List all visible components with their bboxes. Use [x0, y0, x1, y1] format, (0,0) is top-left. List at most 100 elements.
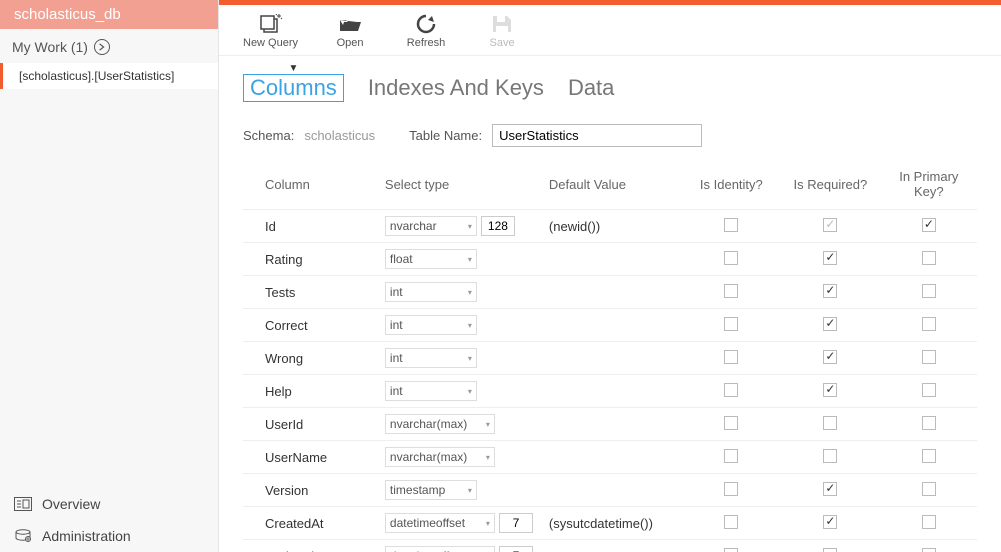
checkbox[interactable]: [922, 383, 936, 397]
checkbox[interactable]: [823, 515, 837, 529]
checkbox[interactable]: [724, 383, 738, 397]
checkbox[interactable]: [724, 218, 738, 232]
type-select[interactable]: timestamp▾: [385, 480, 477, 500]
checkbox[interactable]: [922, 317, 936, 331]
checkbox[interactable]: [724, 482, 738, 496]
sidebar-administration[interactable]: Administration: [0, 520, 218, 552]
db-name-header[interactable]: scholasticus_db: [0, 0, 218, 29]
col-name[interactable]: Version: [243, 474, 377, 507]
new-query-button[interactable]: New Query: [243, 13, 298, 49]
checkbox[interactable]: [724, 317, 738, 331]
default-value[interactable]: (sysutcdatetime()): [541, 507, 683, 540]
new-query-icon: [258, 13, 284, 35]
col-name[interactable]: Tests: [243, 276, 377, 309]
length-input[interactable]: [499, 546, 533, 552]
checkbox[interactable]: [823, 482, 837, 496]
type-select[interactable]: nvarchar(max)▾: [385, 447, 495, 467]
refresh-button[interactable]: Refresh: [402, 13, 450, 49]
type-select[interactable]: datetimeoffset▾: [385, 546, 495, 552]
length-input[interactable]: [499, 513, 533, 533]
checkbox[interactable]: [823, 350, 837, 364]
checkbox[interactable]: [724, 350, 738, 364]
checkbox[interactable]: [823, 416, 837, 430]
type-select[interactable]: nvarchar▾: [385, 216, 477, 236]
default-value[interactable]: [541, 276, 683, 309]
col-name[interactable]: Rating: [243, 243, 377, 276]
overview-label: Overview: [42, 496, 100, 512]
default-value[interactable]: [541, 474, 683, 507]
col-name[interactable]: Correct: [243, 309, 377, 342]
checkbox[interactable]: [922, 251, 936, 265]
checkbox[interactable]: [823, 317, 837, 331]
checkbox[interactable]: [922, 350, 936, 364]
content: ▼ Columns Indexes And Keys Data Schema: …: [219, 56, 1001, 552]
default-value[interactable]: [541, 441, 683, 474]
type-select[interactable]: float▾: [385, 249, 477, 269]
default-value[interactable]: [541, 309, 683, 342]
checkbox[interactable]: [724, 548, 738, 552]
default-value[interactable]: [541, 243, 683, 276]
col-name[interactable]: UserName: [243, 441, 377, 474]
caret-down-icon: ▼: [288, 63, 298, 74]
table-row: Correct int▾: [243, 309, 977, 342]
checkbox[interactable]: [823, 284, 837, 298]
tablename-input[interactable]: [492, 124, 702, 147]
checkbox[interactable]: [823, 251, 837, 265]
refresh-icon: [413, 13, 439, 35]
checkbox[interactable]: [724, 449, 738, 463]
sidebar-overview[interactable]: Overview: [0, 488, 218, 520]
col-name[interactable]: CreatedAt: [243, 507, 377, 540]
open-button[interactable]: Open: [326, 13, 374, 49]
th-column: Column: [243, 163, 377, 210]
checkbox[interactable]: [922, 548, 936, 552]
checkbox[interactable]: [724, 251, 738, 265]
col-name[interactable]: Help: [243, 375, 377, 408]
default-value[interactable]: [541, 342, 683, 375]
tab-data[interactable]: Data: [568, 75, 614, 101]
checkbox[interactable]: [724, 416, 738, 430]
mywork-section[interactable]: My Work (1): [0, 29, 218, 63]
checkbox[interactable]: [922, 449, 936, 463]
new-query-label: New Query: [243, 37, 298, 49]
default-value[interactable]: [541, 375, 683, 408]
schema-row: Schema: scholasticus Table Name:: [243, 124, 977, 147]
schema-value: scholasticus: [304, 128, 375, 143]
col-name[interactable]: Wrong: [243, 342, 377, 375]
table-row: CreatedAt datetimeoffset▾ (sysutcdatetim…: [243, 507, 977, 540]
length-input[interactable]: [481, 216, 515, 236]
default-value[interactable]: [541, 540, 683, 552]
table-row: Wrong int▾: [243, 342, 977, 375]
open-label: Open: [337, 37, 364, 49]
th-identity: Is Identity?: [683, 163, 781, 210]
checkbox[interactable]: [922, 515, 936, 529]
tab-indexes[interactable]: Indexes And Keys: [368, 75, 544, 101]
save-icon: [489, 13, 515, 35]
save-label: Save: [489, 37, 514, 49]
checkbox[interactable]: [724, 515, 738, 529]
checkbox[interactable]: [823, 449, 837, 463]
checkbox[interactable]: [823, 218, 837, 232]
default-value[interactable]: [541, 408, 683, 441]
col-name[interactable]: Id: [243, 210, 377, 243]
checkbox[interactable]: [922, 482, 936, 496]
tab-columns[interactable]: ▼ Columns: [243, 74, 344, 102]
type-select[interactable]: int▾: [385, 315, 477, 335]
type-select[interactable]: int▾: [385, 282, 477, 302]
col-name[interactable]: UpdatedAt: [243, 540, 377, 552]
tablename-label: Table Name:: [409, 128, 482, 143]
type-select[interactable]: nvarchar(max)▾: [385, 414, 495, 434]
table-row: Tests int▾: [243, 276, 977, 309]
checkbox[interactable]: [922, 284, 936, 298]
checkbox[interactable]: [724, 284, 738, 298]
default-value[interactable]: (newid()): [541, 210, 683, 243]
type-select[interactable]: datetimeoffset▾: [385, 513, 495, 533]
checkbox[interactable]: [823, 383, 837, 397]
work-item[interactable]: [scholasticus].[UserStatistics]: [0, 63, 218, 89]
checkbox[interactable]: [922, 218, 936, 232]
col-name[interactable]: UserId: [243, 408, 377, 441]
checkbox[interactable]: [823, 548, 837, 552]
save-button: Save: [478, 13, 526, 49]
type-select[interactable]: int▾: [385, 348, 477, 368]
type-select[interactable]: int▾: [385, 381, 477, 401]
checkbox[interactable]: [922, 416, 936, 430]
